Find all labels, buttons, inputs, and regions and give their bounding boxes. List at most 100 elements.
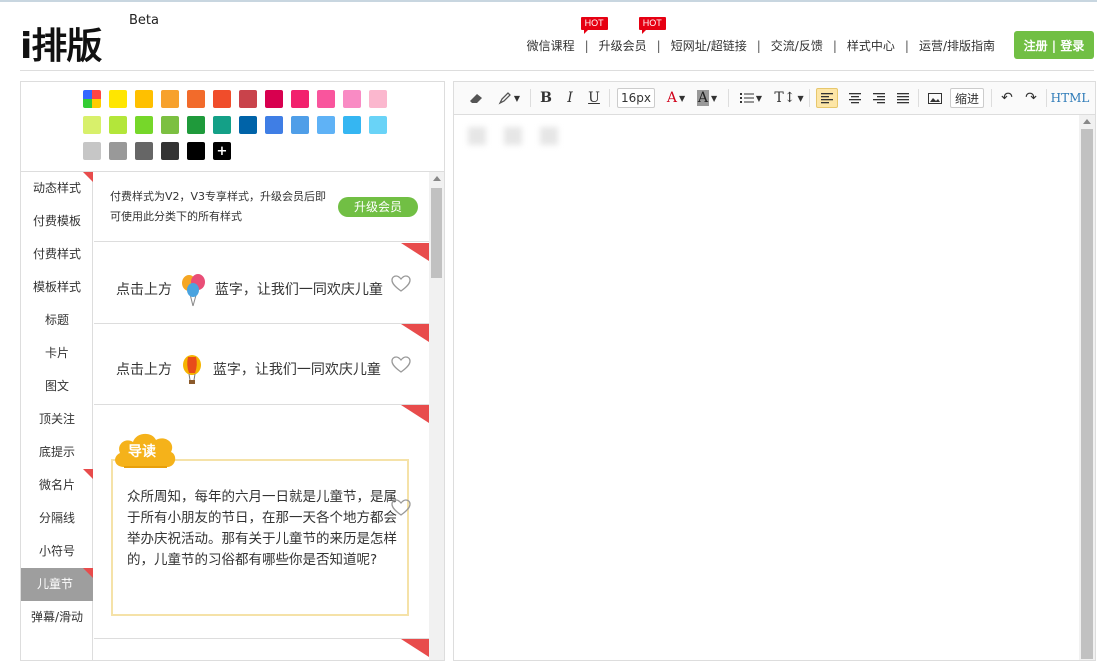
- category-item[interactable]: 付费模板: [21, 205, 93, 238]
- italic-icon[interactable]: I: [562, 88, 578, 108]
- color-swatch[interactable]: [109, 90, 127, 108]
- nav-item-label: 微信课程: [526, 39, 575, 53]
- category-item[interactable]: 卡片: [21, 337, 93, 370]
- color-swatch[interactable]: [213, 116, 231, 134]
- color-swatch[interactable]: [187, 142, 205, 160]
- favorite-heart-icon[interactable]: [391, 356, 411, 374]
- color-swatch[interactable]: [161, 142, 179, 160]
- style-card-guide[interactable]: 众所周知，每年的六月一日就是儿童节，是属于所有小朋友的节日，在那一天各个地方都会…: [94, 405, 429, 639]
- color-picker-swatch[interactable]: [83, 90, 101, 108]
- category-label: 卡片: [44, 346, 69, 360]
- login-register-button[interactable]: 注册 | 登录: [1014, 31, 1094, 59]
- indent-button[interactable]: 缩进: [950, 88, 984, 108]
- nav-item-1[interactable]: 升级会员 HOT: [580, 17, 657, 54]
- color-swatch[interactable]: [135, 116, 153, 134]
- style-card-balloons[interactable]: 点击上方 蓝字，让我们一同欢庆儿童: [94, 243, 429, 324]
- align-center-icon[interactable]: [847, 88, 863, 108]
- editor-content-area[interactable]: [454, 115, 1079, 660]
- card-text-before: 点击上方: [116, 362, 172, 378]
- line-height-icon[interactable]: T↕ ▼: [774, 88, 804, 108]
- redo-icon[interactable]: ↷: [1023, 88, 1039, 108]
- scrollbar-thumb[interactable]: [1081, 129, 1093, 659]
- color-swatch[interactable]: [291, 116, 309, 134]
- nav-item-label: 交流/反馈: [770, 39, 823, 53]
- color-swatch[interactable]: [161, 116, 179, 134]
- style-card-next[interactable]: [94, 639, 429, 660]
- nav-item-0[interactable]: 微信课程: [517, 37, 585, 54]
- category-item[interactable]: 底提示: [21, 436, 93, 469]
- nav-item-3[interactable]: 交流/反馈: [761, 37, 833, 54]
- color-swatch[interactable]: [239, 90, 257, 108]
- color-swatch[interactable]: [109, 142, 127, 160]
- nav-item-4[interactable]: 样式中心: [837, 37, 905, 54]
- category-item[interactable]: 弹幕/滑动: [21, 601, 93, 634]
- style-card-hot-air-balloon[interactable]: 点击上方 蓝字，让我们一同欢庆儿童: [94, 324, 429, 405]
- category-item[interactable]: 分隔线: [21, 502, 93, 535]
- color-swatch[interactable]: [265, 90, 283, 108]
- color-swatch[interactable]: [135, 142, 153, 160]
- category-item[interactable]: 图文: [21, 370, 93, 403]
- category-item[interactable]: 动态样式: [21, 172, 93, 205]
- color-swatch[interactable]: [317, 90, 335, 108]
- color-swatch[interactable]: [343, 90, 361, 108]
- nav-item-2[interactable]: 短网址/超链接 HOT: [638, 17, 757, 54]
- align-left-icon[interactable]: [816, 88, 838, 108]
- category-item[interactable]: 模板样式: [21, 271, 93, 304]
- category-item[interactable]: 儿童节: [21, 568, 93, 601]
- guide-text: 众所周知，每年的六月一日就是儿童节，是属于所有小朋友的节日，在那一天各个地方都会…: [127, 489, 397, 568]
- category-item[interactable]: 付费样式: [21, 238, 93, 271]
- favorite-heart-icon[interactable]: [391, 275, 411, 293]
- color-swatch[interactable]: [213, 90, 231, 108]
- scroll-up-arrow-icon[interactable]: [433, 176, 441, 181]
- scroll-up-arrow-icon[interactable]: [1083, 119, 1091, 124]
- color-swatch[interactable]: [239, 116, 257, 134]
- align-justify-icon[interactable]: [895, 88, 911, 108]
- color-swatch[interactable]: [161, 90, 179, 108]
- category-label: 顶关注: [38, 412, 75, 426]
- favorite-heart-icon[interactable]: [391, 499, 411, 517]
- scrollbar-thumb[interactable]: [431, 188, 442, 278]
- font-color-icon[interactable]: A ▼: [662, 88, 690, 108]
- color-swatch[interactable]: [291, 90, 309, 108]
- color-swatch[interactable]: [369, 116, 387, 134]
- image-icon[interactable]: [926, 88, 944, 108]
- nav-item-label: 运营/排版指南: [918, 39, 995, 53]
- style-list-scrollbar[interactable]: [429, 172, 444, 660]
- paid-corner-flag: [401, 324, 429, 342]
- hot-badge: HOT: [580, 17, 608, 34]
- color-swatch[interactable]: [135, 90, 153, 108]
- editor-scrollbar[interactable]: [1079, 115, 1095, 660]
- underline-icon[interactable]: U: [586, 88, 602, 108]
- category-label: 图文: [44, 379, 69, 393]
- color-swatch[interactable]: [83, 142, 101, 160]
- color-swatch[interactable]: [109, 116, 127, 134]
- eraser-icon[interactable]: [466, 88, 486, 108]
- color-swatch[interactable]: [265, 116, 283, 134]
- category-item[interactable]: 顶关注: [21, 403, 93, 436]
- format-brush-icon[interactable]: ▼: [494, 88, 524, 108]
- background-color-icon[interactable]: A ▼: [692, 88, 722, 108]
- list-icon[interactable]: ▼: [736, 88, 766, 108]
- style-list: 付费样式为V2，V3专享样式，升级会员后即可使用此分类下的所有样式 升级会员 点…: [94, 172, 429, 660]
- color-swatch[interactable]: [187, 90, 205, 108]
- color-swatch[interactable]: [187, 116, 205, 134]
- category-item[interactable]: 小符号: [21, 535, 93, 568]
- upgrade-member-button[interactable]: 升级会员: [338, 197, 418, 217]
- font-size-select[interactable]: 16px: [617, 88, 655, 108]
- add-color-button[interactable]: +: [213, 142, 231, 160]
- undo-icon[interactable]: ↶: [999, 88, 1015, 108]
- bold-icon[interactable]: B: [538, 88, 554, 108]
- toolbar-separator: [1046, 89, 1047, 107]
- color-swatch[interactable]: [369, 90, 387, 108]
- html-source-button[interactable]: HTML: [1051, 88, 1090, 108]
- color-swatch[interactable]: [343, 116, 361, 134]
- nav-item-5[interactable]: 运营/排版指南: [909, 37, 1005, 54]
- color-swatch[interactable]: [83, 116, 101, 134]
- top-border: [0, 0, 1097, 2]
- color-swatch[interactable]: [317, 116, 335, 134]
- category-item[interactable]: 标题: [21, 304, 93, 337]
- category-item[interactable]: 微名片: [21, 469, 93, 502]
- toolbar-separator: [728, 89, 729, 107]
- paid-flag: [83, 568, 93, 578]
- align-right-icon[interactable]: [871, 88, 887, 108]
